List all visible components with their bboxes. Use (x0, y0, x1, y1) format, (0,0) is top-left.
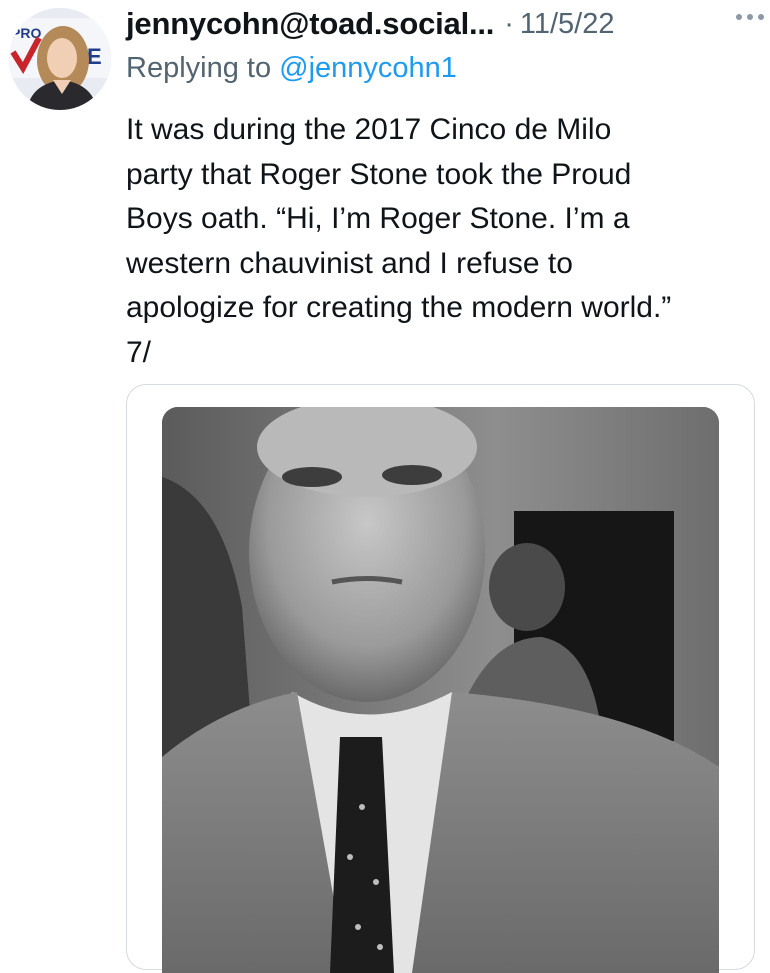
author-display-name[interactable]: jennycohn@toad.social... (126, 6, 494, 42)
tweet-header: jennycohn@toad.social... · 11/5/22 (126, 4, 758, 44)
tweet-text-line: 7/ (126, 335, 152, 369)
more-dot (758, 14, 764, 20)
tweet-text-line: Boys oath. “Hi, I’m Roger Stone. I’m a (126, 202, 630, 235)
tweet-text-line: apologize for creating the modern world.… (126, 291, 672, 324)
tweet-text-line: party that Roger Stone took the Proud (126, 157, 632, 191)
tweet-text: It was during the 2017 Cinco de Milo par… (126, 108, 762, 375)
tweet[interactable]: PRO E jennycohn@toad.social... · 11/5/22… (0, 0, 770, 973)
tweet-text-line: It was during the 2017 Cinco de Milo (126, 113, 612, 146)
header-separator: · (504, 7, 514, 40)
author-avatar[interactable]: PRO E (9, 8, 111, 110)
tweet-timestamp[interactable]: 11/5/22 (520, 8, 615, 41)
more-dot (736, 14, 742, 20)
more-horizontal-icon[interactable] (736, 14, 764, 20)
replying-to-prefix: Replying to (126, 52, 280, 84)
tweet-media-photo[interactable] (162, 407, 719, 973)
more-dot (747, 14, 753, 20)
tweet-text-line: western chauvinist and I refuse to (126, 246, 573, 280)
svg-text:E: E (87, 44, 102, 69)
reply-handle-link[interactable]: @jennycohn1 (279, 52, 457, 84)
replying-to: Replying to @jennycohn1 (126, 52, 457, 85)
